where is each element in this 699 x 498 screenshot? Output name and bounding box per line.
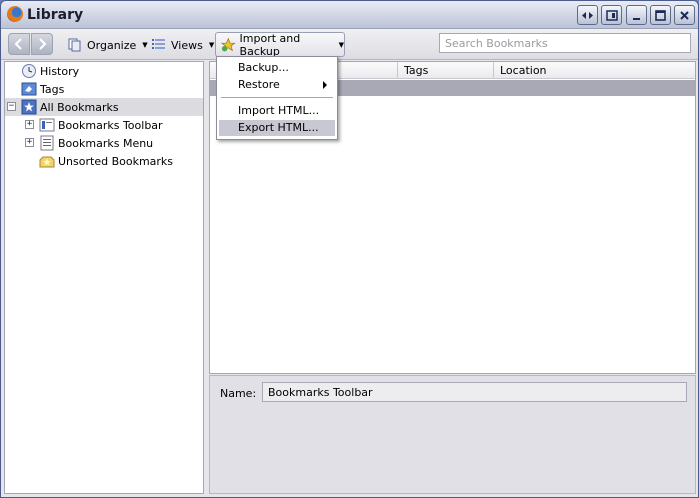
panel-icon (605, 9, 618, 21)
arrows-icon (582, 11, 593, 19)
tree-item-label: Tags (40, 82, 65, 96)
maximize-icon (655, 9, 666, 21)
import-backup-button[interactable]: Import and Backup ▼ (215, 31, 345, 58)
switch-size-button[interactable] (577, 5, 598, 25)
organize-icon (68, 38, 81, 52)
details-pane: Name: Bookmarks Toolbar (209, 375, 696, 494)
tree-item-bookmarks-menu[interactable]: + Bookmarks Menu (5, 134, 203, 152)
minimize-button[interactable] (626, 5, 647, 25)
firefox-icon (7, 6, 23, 22)
tree-item-label: All Bookmarks (40, 100, 119, 114)
dropdown-arrow-icon: ▼ (142, 41, 148, 49)
library-window: Library Organize ▼ Views ▼ Import and Ba… (0, 0, 699, 498)
places-tree[interactable]: History Tags − All Bookmarks + Bookmarks… (4, 61, 204, 494)
menu-item-export-html[interactable]: Export HTML... (219, 120, 335, 136)
menu-separator (221, 97, 333, 98)
dropdown-arrow-icon: ▼ (208, 41, 215, 49)
tree-item-label: Bookmarks Menu (58, 136, 154, 150)
back-button[interactable] (8, 33, 30, 55)
unsorted-folder-icon (39, 156, 55, 168)
tree-item-label: Bookmarks Toolbar (58, 118, 163, 132)
import-backup-menu: Backup... Restore Import HTML... Export … (216, 56, 338, 140)
expand-icon[interactable]: + (25, 138, 34, 147)
organize-label: Organize (87, 38, 137, 52)
history-clock-icon (22, 64, 36, 78)
menu-item-backup[interactable]: Backup... (219, 60, 335, 76)
column-header-location[interactable]: Location (493, 62, 696, 79)
import-backup-label: Import and Backup (239, 31, 301, 58)
tag-icon (21, 82, 37, 96)
menu-item-import-html[interactable]: Import HTML... (219, 103, 335, 119)
tree-item-label: History (40, 64, 80, 78)
tree-item-label: Unsorted Bookmarks (58, 154, 174, 168)
tree-item-tags[interactable]: Tags (5, 80, 203, 98)
menu-item-label: Restore (238, 78, 280, 91)
views-label: Views (171, 38, 203, 52)
search-input[interactable]: Search Bookmarks (439, 33, 691, 53)
menu-folder-icon (40, 135, 54, 151)
sidebar-button[interactable] (601, 5, 622, 25)
collapse-icon[interactable]: − (7, 102, 16, 111)
submenu-arrow-icon (323, 81, 327, 89)
expand-icon[interactable]: + (25, 120, 34, 129)
organize-button[interactable]: Organize ▼ (67, 34, 148, 56)
menu-item-restore[interactable]: Restore (219, 77, 335, 93)
close-icon (680, 10, 689, 20)
close-button[interactable] (674, 5, 695, 25)
tree-item-bookmarks-toolbar[interactable]: + Bookmarks Toolbar (5, 116, 203, 134)
toolbar: Organize ▼ Views ▼ Import and Backup ▼ S… (1, 29, 698, 60)
title-bar[interactable]: Library (1, 1, 698, 29)
forward-arrow-icon (39, 38, 47, 50)
column-header-tags[interactable]: Tags (397, 62, 493, 79)
tree-item-history[interactable]: History (5, 62, 203, 80)
views-list-icon (152, 39, 165, 49)
tree-item-all-bookmarks[interactable]: − All Bookmarks (5, 98, 203, 116)
forward-button[interactable] (31, 33, 53, 55)
star-icon (21, 99, 37, 115)
import-star-icon (221, 37, 236, 51)
tree-item-unsorted-bookmarks[interactable]: Unsorted Bookmarks (5, 152, 203, 170)
dropdown-arrow-icon: ▼ (338, 40, 344, 49)
minimize-icon (633, 17, 640, 20)
maximize-button[interactable] (650, 5, 671, 25)
name-label: Name: (220, 387, 257, 400)
window-title: Library (27, 7, 84, 23)
toolbar-folder-icon (39, 118, 55, 132)
back-arrow-icon (14, 38, 22, 50)
views-button[interactable]: Views ▼ (151, 34, 214, 56)
name-field[interactable]: Bookmarks Toolbar (262, 382, 687, 402)
